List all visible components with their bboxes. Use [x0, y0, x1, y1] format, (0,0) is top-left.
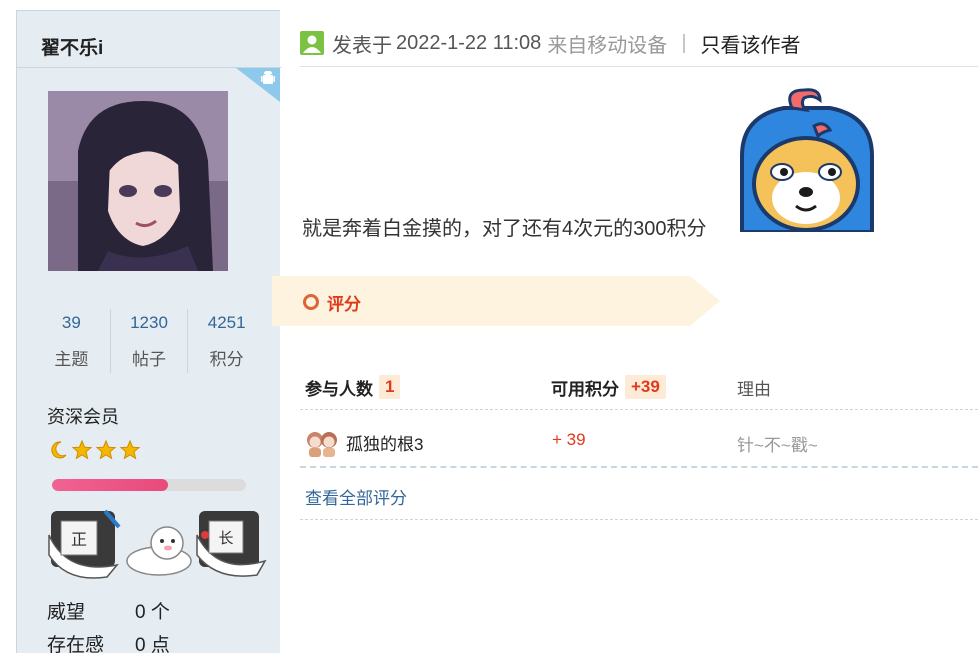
via-mobile: 来自移动设备 — [547, 34, 668, 57]
user-group[interactable]: 资深会员 — [47, 403, 119, 429]
info-presence: 存在感 0 点 — [47, 630, 170, 653]
points-label: 可用积分 — [551, 379, 619, 399]
points-total: +39 — [625, 375, 666, 399]
rating-header: 参与人数 1 可用积分 +39 理由 — [300, 370, 978, 410]
rater-points: + 39 — [552, 430, 586, 449]
star-icon — [95, 439, 117, 460]
rater-reason: 针~不~戳~ — [737, 436, 818, 455]
rater-name[interactable]: 孤独的根3 — [346, 430, 423, 455]
svg-text:长: 长 — [218, 529, 233, 547]
info-value: 0 点 — [135, 635, 170, 653]
user-sidebar: 翟不乐i 39 主题 1230 帖子 4251 积分 资深会员 正 长 威望 0… — [16, 10, 281, 653]
stat-label: 帖子 — [132, 350, 166, 369]
points-column: 可用积分 +39 — [551, 370, 666, 404]
doge-sticker-image — [740, 88, 874, 232]
stat-label: 积分 — [209, 350, 244, 369]
user-stats: 39 主题 1230 帖子 4251 积分 — [33, 309, 265, 373]
divider — [300, 66, 978, 67]
stat-posts[interactable]: 1230 帖子 — [111, 309, 189, 373]
star-icon — [71, 439, 93, 460]
divider — [300, 519, 978, 520]
stat-label: 主题 — [54, 350, 89, 369]
level-progress-fill — [52, 479, 169, 491]
medals: 正 长 — [48, 509, 267, 579]
stat-points[interactable]: 4251 积分 — [188, 309, 265, 373]
post-content: 就是奔着白金摸的，对了还有4次元的300积分 — [302, 218, 707, 240]
rating-circle-icon — [303, 294, 319, 310]
info-value: 0 个 — [135, 602, 170, 623]
medal-icon[interactable]: 长 — [196, 511, 267, 577]
android-device-icon — [236, 68, 280, 102]
medal-icon[interactable]: 正 — [48, 509, 121, 579]
info-prestige: 威望 0 个 — [47, 597, 170, 624]
stat-value[interactable]: 1230 — [111, 313, 188, 333]
star-icon — [119, 439, 141, 460]
svg-text:正: 正 — [71, 530, 87, 549]
post-meta: 发表于 2022-1-22 11:08 来自移动设备 | 只看该作者 — [300, 28, 801, 58]
only-author-link[interactable]: 只看该作者 — [701, 29, 801, 58]
reason-column: 理由 — [737, 370, 771, 404]
level-progress-bar — [52, 479, 246, 491]
user-avatar[interactable] — [48, 91, 228, 271]
participants-label: 参与人数 — [305, 379, 373, 399]
view-all-ratings-link[interactable]: 查看全部评分 — [305, 484, 407, 509]
rating-row: 孤独的根3 + 39 针~不~戳~ — [300, 414, 978, 468]
participants-count: 1 — [379, 375, 401, 399]
participants-column: 参与人数 1 — [305, 370, 401, 404]
posted-label: 发表于 — [332, 34, 392, 57]
info-label: 存在感 — [47, 635, 105, 653]
info-label: 威望 — [47, 602, 86, 623]
rating-title: 评分 — [327, 295, 361, 314]
moon-icon — [51, 441, 67, 459]
seal-medal-icon[interactable] — [126, 526, 192, 576]
reason-label: 理由 — [737, 379, 771, 399]
level-stars — [47, 439, 141, 461]
rater-avatar[interactable] — [304, 428, 340, 458]
online-user-icon — [300, 31, 324, 55]
posted-time: 2022-1-22 11:08 — [396, 31, 542, 54]
stat-threads[interactable]: 39 主题 — [33, 309, 111, 373]
stat-value[interactable]: 39 — [33, 313, 110, 333]
separator: | — [681, 31, 687, 54]
stat-value[interactable]: 4251 — [188, 313, 265, 333]
username[interactable]: 翟不乐i — [41, 33, 103, 60]
